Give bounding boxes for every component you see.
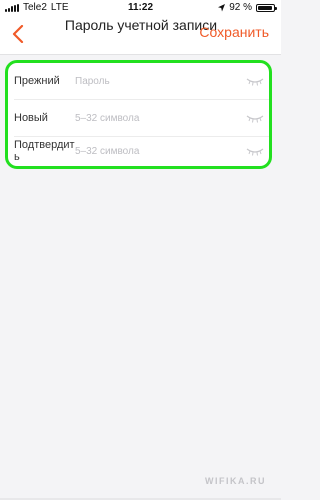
password-form: Прежний Новый Подтвердить xyxy=(5,60,272,169)
battery-percent: 92 % xyxy=(229,2,252,13)
eye-closed-icon[interactable] xyxy=(246,76,264,86)
watermark: WIFIKA.RU xyxy=(205,476,266,486)
form-row-confirm-password: Подтвердить xyxy=(8,133,269,166)
save-button[interactable]: Сохранить xyxy=(199,24,269,40)
battery-icon xyxy=(256,4,277,12)
new-password-input[interactable] xyxy=(75,112,241,124)
location-icon xyxy=(218,4,226,12)
confirm-password-input[interactable] xyxy=(75,145,241,157)
form-row-old-password: Прежний xyxy=(8,63,269,99)
page-title: Пароль учетной записи xyxy=(64,17,218,33)
confirm-password-label: Подтвердить xyxy=(14,139,75,163)
status-right: 92 % xyxy=(218,0,277,16)
eye-closed-icon[interactable] xyxy=(246,113,264,123)
chevron-left-icon xyxy=(12,25,24,43)
old-password-label: Прежний xyxy=(14,75,60,87)
navigation-bar: Пароль учетной записи Сохранить xyxy=(0,16,281,55)
password-screen: Tele2 LTE 11:22 92 % Пароль учетной запи… xyxy=(0,0,281,500)
old-password-input[interactable] xyxy=(75,75,241,87)
status-bar: Tele2 LTE 11:22 92 % xyxy=(0,0,281,16)
new-password-label: Новый xyxy=(14,112,48,124)
form-row-new-password: Новый xyxy=(8,100,269,136)
back-button[interactable] xyxy=(6,20,30,48)
battery-fill xyxy=(258,6,272,10)
eye-closed-icon[interactable] xyxy=(246,146,264,156)
